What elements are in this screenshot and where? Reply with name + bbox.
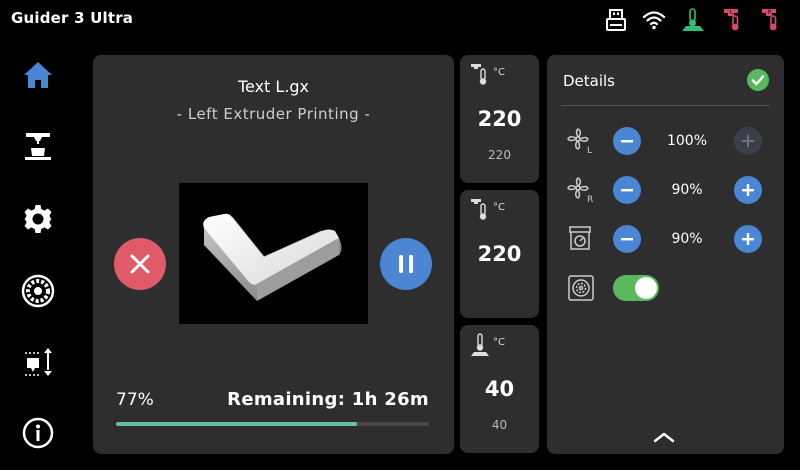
left-fan-increase-button[interactable] bbox=[734, 127, 762, 155]
print-speed-icon bbox=[569, 226, 591, 250]
progress-bar bbox=[116, 422, 429, 426]
toggle-knob bbox=[635, 277, 657, 299]
svg-text:R: R bbox=[768, 9, 772, 15]
settings-gear-icon bbox=[24, 205, 52, 233]
wifi-icon[interactable] bbox=[640, 6, 668, 34]
bed-temperature-card[interactable]: °C 40 40 bbox=[460, 325, 539, 453]
minus-icon bbox=[621, 140, 633, 143]
pause-icon bbox=[399, 255, 413, 273]
details-panel: Details L 100% R 90% 90% bbox=[547, 55, 784, 454]
print-speed-decrease-button[interactable] bbox=[613, 225, 641, 253]
print-icon bbox=[25, 133, 51, 160]
sidebar-item-leveling[interactable] bbox=[15, 339, 61, 385]
left-fan-value: 100% bbox=[666, 133, 708, 149]
sidebar-item-home[interactable] bbox=[15, 52, 61, 98]
file-name: Text L.gx bbox=[237, 77, 310, 96]
temperature-unit: °C bbox=[493, 202, 505, 213]
top-bar: Guider 3 Ultra L R bbox=[0, 0, 800, 40]
target-temperature: 220 bbox=[488, 148, 511, 162]
temperature-unit: °C bbox=[493, 67, 505, 78]
right-nozzle-temperature-icon bbox=[471, 199, 487, 220]
print-speed-increase-button[interactable] bbox=[734, 225, 762, 253]
sidebar-item-info[interactable] bbox=[15, 410, 61, 456]
svg-text:R: R bbox=[587, 195, 593, 204]
details-divider bbox=[561, 105, 770, 106]
model-preview-image bbox=[203, 213, 342, 301]
filter-fan-toggle[interactable] bbox=[613, 275, 659, 301]
right-fan-increase-button[interactable] bbox=[734, 176, 762, 204]
plus-icon bbox=[742, 184, 754, 196]
sidebar-item-settings[interactable] bbox=[15, 196, 61, 242]
current-temperature: 220 bbox=[477, 242, 522, 266]
right-fan-decrease-button[interactable] bbox=[613, 176, 641, 204]
left-extruder-temperature-icon[interactable]: L bbox=[719, 6, 747, 34]
home-icon bbox=[24, 62, 52, 88]
plus-icon bbox=[742, 135, 754, 147]
print-speed-value: 90% bbox=[671, 231, 703, 247]
left-fan-decrease-button[interactable] bbox=[613, 127, 641, 155]
left-nozzle-temperature-icon bbox=[471, 64, 487, 85]
minus-icon bbox=[621, 238, 633, 241]
minus-icon bbox=[621, 189, 633, 192]
right-fan-value: 90% bbox=[671, 182, 703, 198]
current-temperature: 220 bbox=[477, 107, 522, 131]
model-preview bbox=[179, 183, 368, 324]
app-title: Guider 3 Ultra bbox=[11, 9, 134, 27]
filament-spool-icon bbox=[21, 274, 55, 308]
plus-icon bbox=[742, 233, 754, 245]
bed-temperature-icon bbox=[471, 333, 489, 356]
sidebar-item-filament[interactable] bbox=[15, 268, 61, 314]
filter-fan-icon bbox=[568, 275, 594, 301]
svg-text:L: L bbox=[587, 146, 592, 155]
usb-drive-icon[interactable] bbox=[602, 6, 630, 34]
details-title: Details bbox=[563, 72, 616, 90]
remaining-label: Remaining: bbox=[227, 389, 346, 410]
temperature-unit: °C bbox=[493, 337, 505, 348]
current-temperature: 40 bbox=[484, 377, 515, 401]
progress-percent: 77% bbox=[116, 390, 154, 410]
left-fan-icon: L bbox=[567, 128, 592, 155]
sidebar-item-print[interactable] bbox=[15, 123, 61, 169]
right-fan-icon: R bbox=[567, 177, 593, 204]
expand-details-chevron-up-icon[interactable] bbox=[651, 429, 677, 445]
bed-temperature-icon[interactable] bbox=[679, 6, 707, 34]
svg-text:L: L bbox=[730, 9, 733, 15]
info-icon bbox=[22, 417, 54, 449]
progress-bar-fill bbox=[116, 422, 357, 426]
remaining-time: Remaining: 1h 26m bbox=[227, 389, 429, 410]
check-icon bbox=[747, 69, 769, 91]
leveling-icon bbox=[25, 348, 52, 376]
pause-print-button[interactable] bbox=[380, 238, 432, 290]
right-extruder-temperature-icon[interactable]: R bbox=[757, 6, 785, 34]
print-panel: Text L.gx - Left Extruder Printing - 77%… bbox=[93, 55, 454, 454]
target-temperature: 40 bbox=[491, 418, 508, 432]
right-nozzle-temperature-card[interactable]: °C 220 bbox=[460, 190, 539, 318]
remaining-value: 1h 26m bbox=[351, 389, 429, 410]
left-nozzle-temperature-card[interactable]: °C 220 220 bbox=[460, 55, 539, 183]
cancel-print-button[interactable] bbox=[114, 238, 166, 290]
print-status: - Left Extruder Printing - bbox=[176, 105, 371, 123]
close-icon bbox=[130, 254, 150, 274]
